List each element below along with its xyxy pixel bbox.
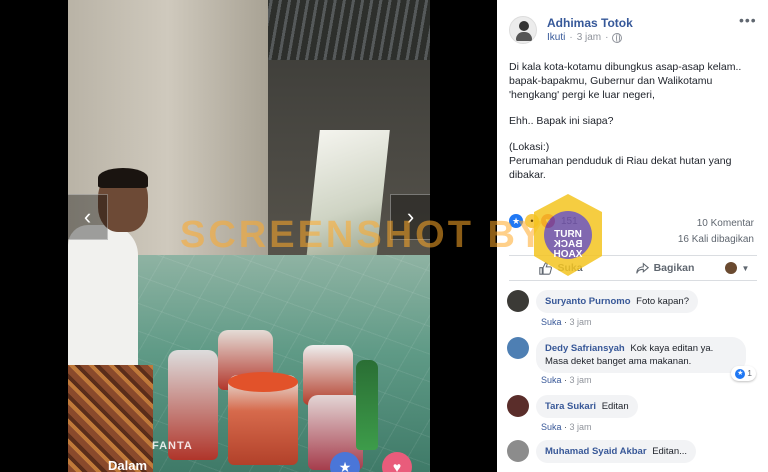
post-text: Di kala kota-kotamu dibungkus asap-asap … [509,60,761,194]
comment-text: Foto kapan? [636,296,689,307]
thumbs-up-icon [539,261,553,275]
comment-footer: Suka · 3 jam [541,422,592,432]
comment-reaction-count[interactable]: ★ 1 [731,366,756,381]
author-avatar[interactable] [509,16,537,44]
photo-sarong [68,365,153,472]
comment-item: Muhamad Syaid Akbar Editan... [507,440,697,463]
comment-item: Dedy Safriansyah Kok kaya editan ya. Mas… [507,337,756,381]
comment-footer: Suka · 3 jam [541,317,592,327]
comment-like-link[interactable]: Suka [541,422,562,432]
comment-text: Editan... [652,446,688,457]
comments-count-link[interactable]: 10 Komentar [697,218,754,229]
commenter-name[interactable]: Muhamad Syaid Akbar [545,446,647,457]
audience-selector[interactable]: ▼ [717,262,757,274]
more-options-button[interactable]: ••• [739,12,757,28]
meta-separator: · [569,32,573,43]
commenter-name[interactable]: Tara Sukari [545,401,596,412]
sad-reaction-icon: • [525,214,539,228]
previous-photo-button[interactable]: ‹ [68,194,108,240]
commenter-avatar[interactable] [507,395,529,417]
thumbs-up-icon: ★ [338,459,352,472]
comment-like-link[interactable]: Suka [541,375,562,385]
photo-jar-lid [228,372,298,392]
meta-separator: · [605,32,609,43]
like-button[interactable]: Suka [509,261,613,275]
comment-text: Editan [601,401,629,412]
comment-item: Suryanto Purnomo Foto kapan? [507,290,698,313]
comment-like-link[interactable]: Suka [541,317,562,327]
comment-bubble: Dedy Safriansyah Kok kaya editan ya. Mas… [536,337,756,381]
photo-window-light [306,130,390,260]
like-reaction-icon: ★ [735,368,746,379]
love-reaction-icon: ♥ [541,214,555,228]
comment-footer: Suka · 3 jam [541,375,592,385]
photo-fanta-label: FANTA [152,440,193,452]
globe-icon [612,32,623,43]
like-reaction-icon: ★ [509,214,523,228]
post-paragraph: Ehh.. Bapak ini siapa? [509,115,614,127]
comment-bubble: Suryanto Purnomo Foto kapan? [536,290,698,313]
chevron-left-icon: ‹ [83,204,92,229]
next-photo-button[interactable]: › [390,194,430,240]
photo-man-hair [98,168,148,188]
post-photo[interactable]: FANTA [68,0,430,472]
photo-man-shirt [68,225,138,385]
share-label: Bagikan [653,262,695,274]
shares-count-link[interactable]: 16 Kali dibagikan [678,234,754,245]
comment-item: Tara Sukari Editan [507,395,638,418]
photo-viewer: FANTA ‹ › Dalam ★ ♥ [0,0,497,472]
post-meta: Ikuti · 3 jam · [547,32,623,43]
heart-icon: ♥ [392,459,402,472]
caret-down-icon: ▼ [741,263,750,273]
comment-like-count: 1 [747,368,752,378]
post-action-bar: Suka Bagikan ▼ [509,255,757,281]
post-paragraph: Di kala kota-kotamu dibungkus asap-asap … [509,61,742,101]
reaction-count: 151 [561,215,578,227]
follow-link[interactable]: Ikuti [547,32,565,43]
user-avatar [724,262,737,274]
share-icon [635,261,649,274]
author-name[interactable]: Adhimas Totok [547,16,633,30]
post-time[interactable]: 3 jam [577,32,601,43]
chevron-right-icon: › [406,204,415,229]
post-paragraph: (Lokasi:) Perumahan penduduk di Riau dek… [509,141,732,181]
commenter-avatar[interactable] [507,290,529,312]
comment-bubble: Muhamad Syaid Akbar Editan... [536,440,697,463]
comment-bubble: Tara Sukari Editan [536,395,638,418]
comment-time[interactable]: 3 jam [570,375,592,385]
photo-caption: Dalam [108,458,148,472]
comment-time[interactable]: 3 jam [570,317,592,327]
commenter-avatar[interactable] [507,440,529,462]
like-label: Suka [557,262,583,274]
reaction-summary[interactable]: ★ • ♥ 151 [509,214,578,228]
commenter-avatar[interactable] [507,337,529,359]
commenter-name[interactable]: Dedy Safriansyah [545,343,625,354]
commenter-name[interactable]: Suryanto Purnomo [545,296,631,307]
share-button[interactable]: Bagikan [613,261,717,275]
comment-time[interactable]: 3 jam [570,422,592,432]
photo-bottle [356,360,378,450]
post-panel: Adhimas Totok Ikuti · 3 jam · ••• Di kal… [497,0,768,472]
